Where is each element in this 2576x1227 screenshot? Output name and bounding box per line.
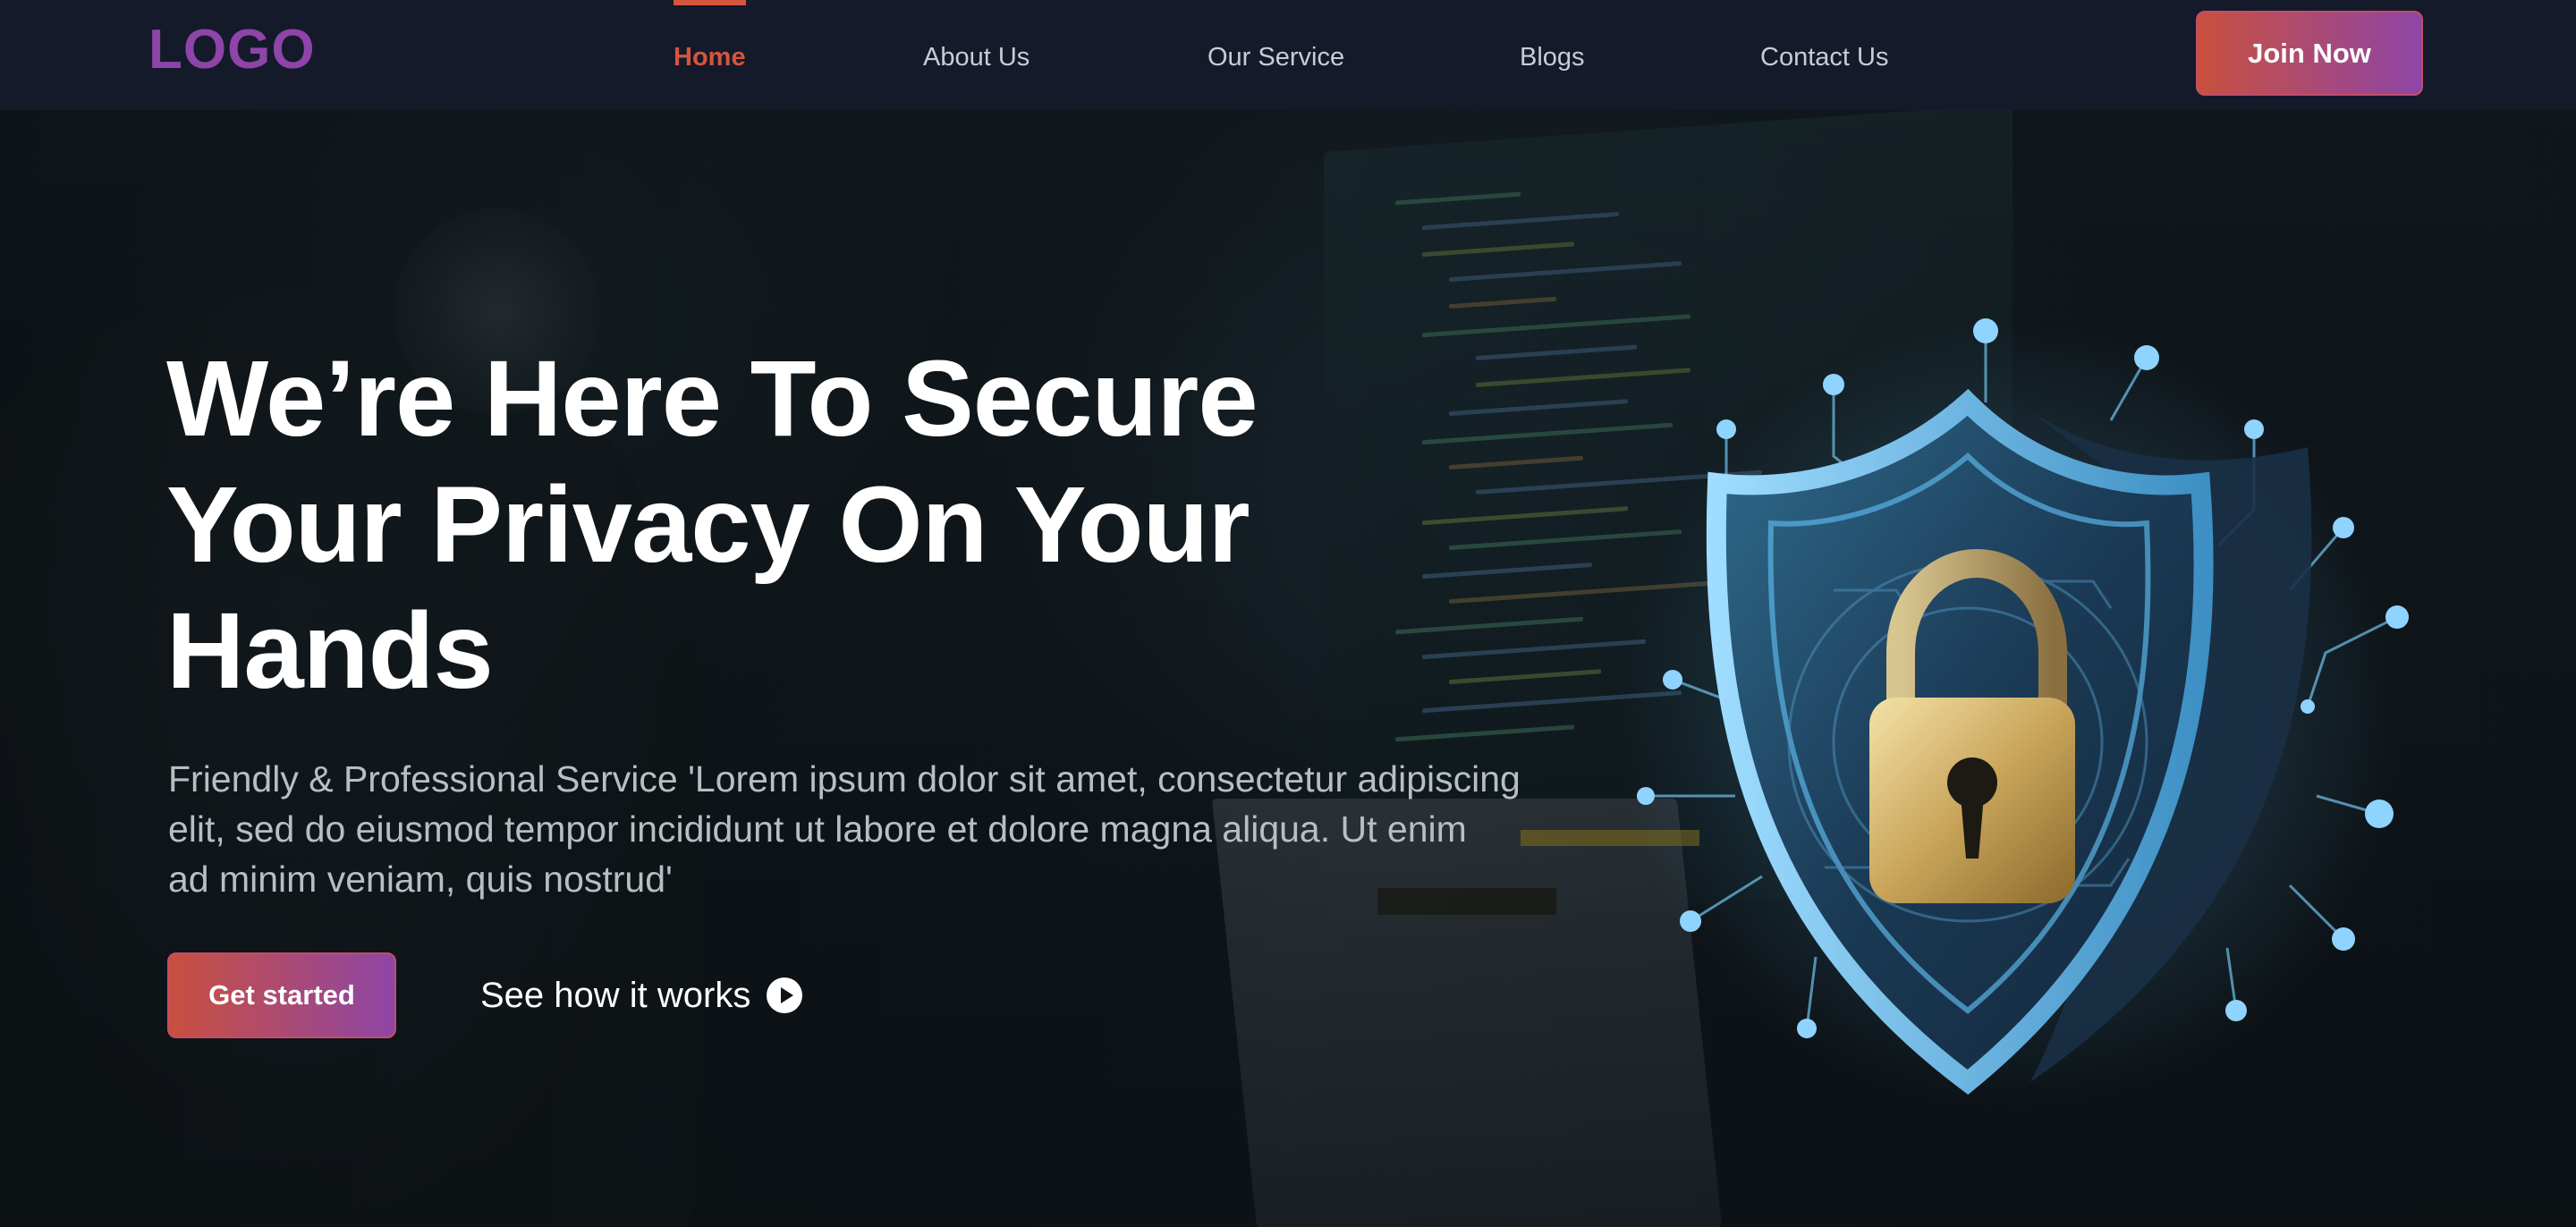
landing-page: LOGO Home About Us Our Service Blogs Con… <box>0 0 2576 1227</box>
hero-description-line: elit, sed do eiusmod tempor incididunt u… <box>168 808 1467 850</box>
nav-our-service[interactable]: Our Service <box>1208 39 1344 75</box>
see-how-it-works-label: See how it works <box>480 975 751 1015</box>
hero-title-line: We’re Here To Secure <box>166 337 1258 459</box>
play-circle-icon[interactable] <box>767 977 803 1013</box>
site-header: LOGO Home About Us Our Service Blogs Con… <box>0 0 2576 110</box>
nav-blogs[interactable]: Blogs <box>1520 39 1585 75</box>
hero-description-line: ad minim veniam, quis nostrud' <box>168 859 673 900</box>
hero-title: We’re Here To Secure Your Privacy On You… <box>166 335 1419 714</box>
nav-home[interactable]: Home <box>674 0 746 75</box>
hero-title-line: Hands <box>166 589 494 711</box>
join-now-button[interactable]: Join Now <box>2196 11 2423 96</box>
hero-description-line: Friendly & Professional Service 'Lorem i… <box>168 758 1521 800</box>
shield-lock-illustration <box>1610 295 2415 1136</box>
nav-contact-us[interactable]: Contact Us <box>1760 39 1888 75</box>
hero-title-line: Your Privacy On Your <box>166 463 1250 585</box>
site-logo[interactable]: LOGO <box>148 18 316 82</box>
nav-about-us[interactable]: About Us <box>923 39 1030 75</box>
see-how-it-works-link[interactable]: See how it works <box>480 970 803 1020</box>
get-started-button[interactable]: Get started <box>167 952 396 1038</box>
shield-lock-icon <box>1619 318 2409 1109</box>
hero-description: Friendly & Professional Service 'Lorem i… <box>168 754 1563 904</box>
